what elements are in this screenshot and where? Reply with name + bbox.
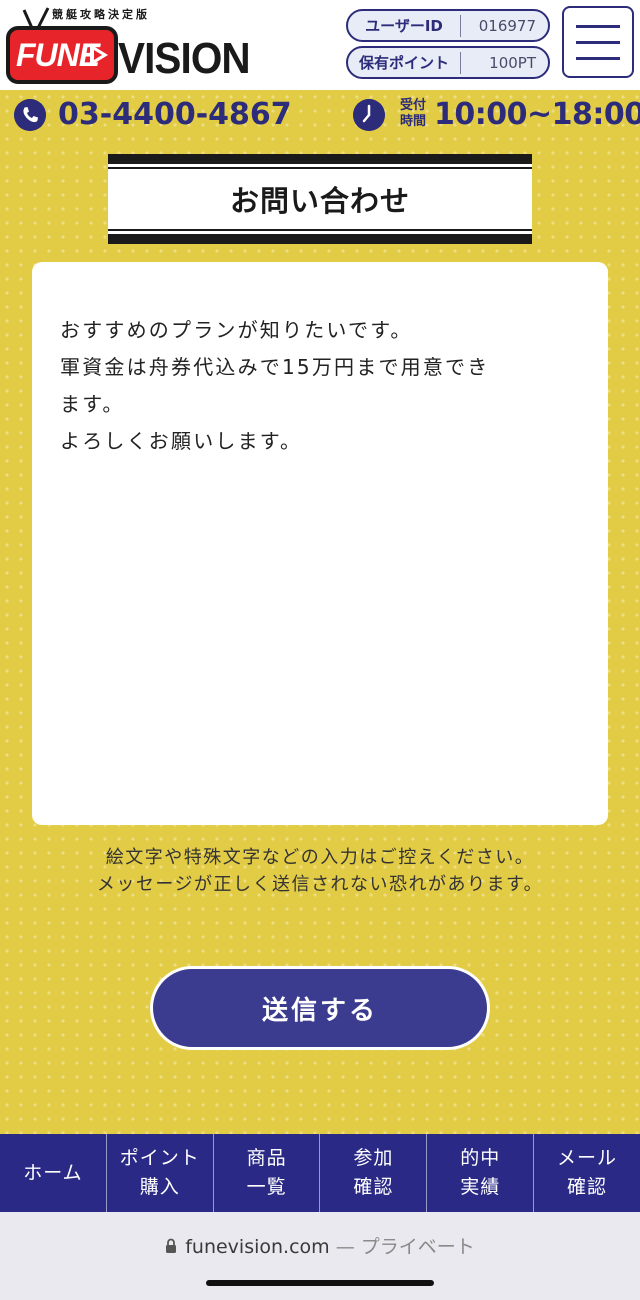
- menu-bar: [576, 57, 620, 60]
- nav-item-products[interactable]: 商品 一覧: [214, 1134, 321, 1212]
- url-domain: funevision.com: [185, 1236, 330, 1258]
- logo-vision-text: VISION: [118, 34, 251, 83]
- page-title: お問い合わせ: [229, 184, 410, 218]
- nav-item-label: メール: [557, 1147, 618, 1169]
- url-display[interactable]: funevision.com — プライベート: [0, 1232, 640, 1259]
- nav-item-label: 一覧: [246, 1176, 287, 1198]
- clock-icon: [353, 99, 385, 131]
- nav-item-label: ホーム: [23, 1161, 83, 1184]
- points-pill: 保有ポイント 100PT: [346, 46, 550, 79]
- menu-bar: [576, 25, 620, 28]
- main-content: 03-4400-4867 受付 時間 10:00~18:00 お問い合わせ おす…: [0, 90, 640, 1134]
- user-id-value: 016977: [478, 16, 536, 35]
- message-line: よろしくお願いします。: [60, 429, 303, 453]
- hours-label-bottom: 時間: [399, 114, 426, 129]
- site-header: 競艇攻略決定版 FUNE VISION ユーザーID 016977 保有ポイント…: [0, 0, 640, 90]
- nav-item-results[interactable]: 的中 実績: [427, 1134, 535, 1212]
- message-line: 軍資金は舟券代込みで15万円まで用意でき: [60, 355, 490, 379]
- message-line: ます。: [60, 392, 125, 416]
- phone-number-link[interactable]: 03-4400-4867: [58, 95, 292, 135]
- points-value: 100PT: [489, 53, 536, 72]
- nav-item-buy-points[interactable]: ポイント 購入: [107, 1134, 214, 1212]
- menu-bar: [576, 41, 620, 44]
- points-label: 保有ポイント: [358, 54, 449, 72]
- message-textarea[interactable]: おすすめのプランが知りたいです。 軍資金は舟券代込みで15万円まで用意でき ます…: [32, 262, 608, 825]
- nav-item-mail[interactable]: メール 確認: [534, 1134, 640, 1212]
- business-hours: 10:00~18:00: [434, 97, 640, 132]
- page-title-box: お問い合わせ: [108, 154, 532, 244]
- hours-label-top: 受付: [399, 98, 426, 113]
- nav-item-label: ポイント: [119, 1147, 200, 1169]
- input-notice: 絵文字や特殊文字などの入力はご控えください。 メッセージが正しく送信されない恐れ…: [0, 844, 640, 898]
- logo-fune-block: FUNE: [6, 26, 118, 84]
- hours-label: 受付 時間: [396, 98, 430, 130]
- nav-item-label: 確認: [353, 1176, 394, 1198]
- contact-bar: 03-4400-4867 受付 時間 10:00~18:00: [0, 90, 640, 140]
- phone-icon: [14, 99, 46, 131]
- user-id-label: ユーザーID: [365, 17, 443, 35]
- nav-item-label: 参加: [353, 1147, 394, 1169]
- notice-line: メッセージが正しく送信されない恐れがあります。: [96, 874, 544, 895]
- nav-item-label: 的中: [460, 1147, 501, 1169]
- nav-item-label: 確認: [567, 1176, 608, 1198]
- home-indicator[interactable]: [206, 1280, 434, 1286]
- browser-address-bar: funevision.com — プライベート: [0, 1212, 640, 1300]
- logo-fune-text: FUNE: [16, 36, 100, 73]
- play-icon: [90, 44, 108, 66]
- message-line: おすすめのプランが知りたいです。: [60, 318, 413, 342]
- logo-tagline: 競艇攻略決定版: [52, 8, 150, 21]
- nav-item-label: 商品: [246, 1147, 287, 1169]
- submit-button[interactable]: 送信する: [150, 966, 490, 1050]
- hamburger-menu-button[interactable]: [562, 6, 634, 78]
- bottom-nav: ホーム ポイント 購入 商品 一覧 参加 確認 的中 実績 メール 確認: [0, 1134, 640, 1212]
- user-id-pill: ユーザーID 016977: [346, 9, 550, 42]
- lock-icon: [166, 1238, 177, 1253]
- nav-item-participation[interactable]: 参加 確認: [320, 1134, 428, 1212]
- nav-item-label: 実績: [460, 1176, 501, 1198]
- site-logo[interactable]: 競艇攻略決定版 FUNE VISION: [6, 6, 251, 86]
- nav-item-home[interactable]: ホーム: [0, 1134, 107, 1212]
- notice-line: 絵文字や特殊文字などの入力はご控えください。: [105, 847, 535, 868]
- nav-item-label: 購入: [139, 1176, 180, 1198]
- private-mode-label: — プライベート: [335, 1236, 475, 1258]
